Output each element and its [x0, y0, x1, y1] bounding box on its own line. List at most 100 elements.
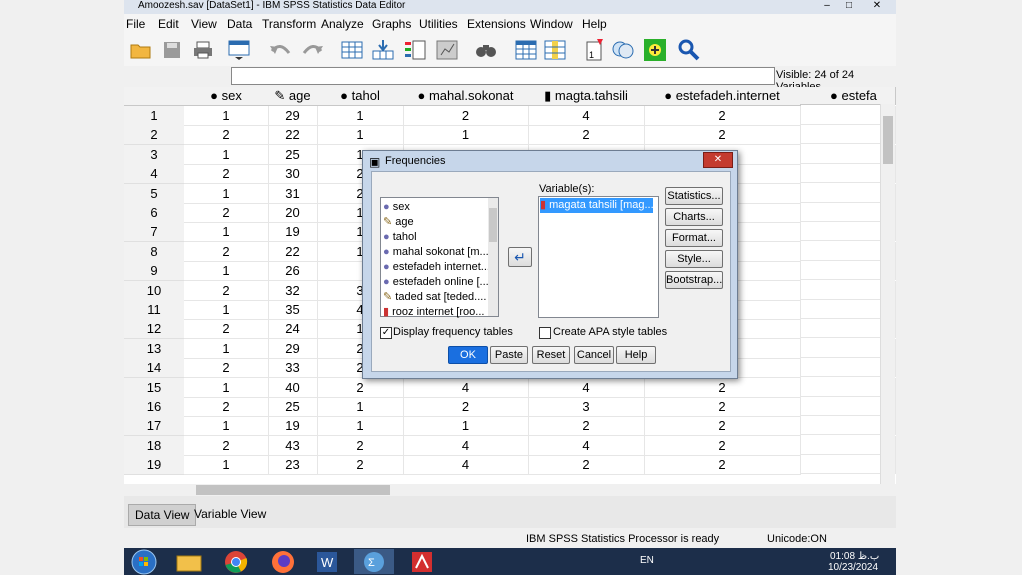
statistics-button[interactable]: Statistics...: [665, 187, 723, 205]
grid-cell[interactable]: 32: [268, 280, 318, 301]
grid-cell[interactable]: 23: [268, 455, 318, 476]
menu-graphs[interactable]: Graphs: [372, 17, 411, 31]
variables-icon[interactable]: [402, 37, 428, 63]
menu-file[interactable]: File: [126, 17, 145, 31]
column-header-estefa[interactable]: ● estefa: [800, 87, 896, 105]
row-number[interactable]: 12: [124, 319, 184, 340]
column-header-tahol[interactable]: ● tahol: [317, 87, 404, 106]
grid-cell[interactable]: 2: [184, 241, 269, 262]
grid-cell[interactable]: 1: [184, 416, 269, 437]
menu-utilities[interactable]: Utilities: [419, 17, 458, 31]
grid-cell[interactable]: 31: [268, 183, 318, 204]
vertical-scroll-thumb[interactable]: [883, 116, 893, 164]
row-number[interactable]: 9: [124, 261, 184, 282]
dialog-close-icon[interactable]: ✕: [703, 152, 733, 168]
menu-window[interactable]: Window: [530, 17, 573, 31]
horizontal-scrollbar[interactable]: [186, 484, 880, 496]
grid-cell[interactable]: 2: [528, 416, 645, 437]
row-number[interactable]: 13: [124, 338, 184, 359]
grid-cell[interactable]: 26: [268, 261, 318, 282]
insert-variable-icon[interactable]: [542, 37, 568, 63]
row-number[interactable]: 2: [124, 125, 184, 146]
find-icon[interactable]: [473, 37, 499, 63]
apa-style-checkbox[interactable]: [539, 327, 551, 339]
grid-cell[interactable]: 2: [184, 435, 269, 456]
input-language[interactable]: EN: [640, 555, 654, 566]
row-number[interactable]: 7: [124, 222, 184, 243]
source-list-item[interactable]: ● sex: [383, 200, 410, 215]
grid-cell[interactable]: 22: [268, 241, 318, 262]
cancel-button[interactable]: Cancel: [574, 346, 614, 364]
grid-cell[interactable]: 1: [317, 125, 404, 146]
grid-cell[interactable]: 20: [268, 203, 318, 223]
source-list-item[interactable]: ▮ rooz internet [roo...: [383, 305, 484, 320]
grid-cell[interactable]: 4: [528, 435, 645, 456]
row-number[interactable]: 6: [124, 203, 184, 223]
grid-cell[interactable]: 1: [317, 106, 404, 126]
grid-cell[interactable]: 1: [184, 144, 269, 165]
word-icon[interactable]: W: [307, 549, 347, 574]
grid-cell[interactable]: 33: [268, 358, 318, 379]
selected-variable-item[interactable]: ▮ magata tahsili [mag...: [540, 198, 654, 213]
grid-cell[interactable]: 4: [403, 435, 529, 456]
grid-cell[interactable]: 1: [184, 183, 269, 204]
goto-variable-icon[interactable]: [370, 37, 396, 63]
maximize-icon[interactable]: □: [840, 0, 858, 12]
grid-cell[interactable]: 25: [268, 144, 318, 165]
grid-cell[interactable]: 2: [644, 416, 801, 437]
grid-cell[interactable]: 4: [528, 106, 645, 126]
selected-variable-list[interactable]: ▮ magata tahsili [mag...: [538, 196, 659, 318]
grid-cell[interactable]: 2: [317, 455, 404, 476]
grid-cell[interactable]: 2: [184, 203, 269, 223]
row-number[interactable]: 4: [124, 164, 184, 185]
grid-cell[interactable]: 1: [184, 338, 269, 359]
grid-cell[interactable]: 1: [184, 222, 269, 243]
minimize-icon[interactable]: –: [818, 0, 836, 12]
goto-case-icon[interactable]: [339, 37, 365, 63]
save-icon[interactable]: [159, 37, 185, 63]
redo-icon[interactable]: [300, 37, 326, 63]
dialog-recall-icon[interactable]: [226, 37, 252, 63]
row-number[interactable]: 19: [124, 455, 184, 476]
grid-cell[interactable]: 2: [317, 377, 404, 398]
grid-cell[interactable]: 1: [317, 416, 404, 437]
source-list-item[interactable]: ✎ age: [383, 215, 414, 230]
grid-cell[interactable]: 2: [184, 319, 269, 340]
grid-cell[interactable]: 2: [644, 435, 801, 456]
help-button[interactable]: Help: [616, 346, 656, 364]
grid-cell[interactable]: 24: [268, 319, 318, 340]
grid-cell[interactable]: 2: [644, 106, 801, 126]
row-number[interactable]: 10: [124, 280, 184, 301]
clock-time[interactable]: 01:08 ب.ظ: [830, 551, 879, 562]
grid-cell[interactable]: 1: [403, 125, 529, 146]
grid-cell[interactable]: 19: [268, 222, 318, 243]
grid-cell[interactable]: 29: [268, 338, 318, 359]
start-orb-icon[interactable]: [124, 549, 164, 574]
grid-cell[interactable]: 1: [184, 106, 269, 126]
grid-cell[interactable]: 35: [268, 300, 318, 320]
column-header-estefadeh-internet[interactable]: ● estefadeh.internet: [644, 87, 801, 106]
paste-button[interactable]: Paste: [490, 346, 528, 364]
row-number[interactable]: 1: [124, 106, 184, 126]
grid-cell[interactable]: 1: [184, 455, 269, 476]
grid-cell[interactable]: 1: [184, 377, 269, 398]
source-list-scroll-thumb[interactable]: [489, 208, 497, 242]
grid-cell[interactable]: 40: [268, 377, 318, 398]
grid-cell[interactable]: 2: [528, 455, 645, 476]
style-button[interactable]: Style...: [665, 250, 723, 268]
row-number[interactable]: 11: [124, 300, 184, 320]
grid-cell[interactable]: 2: [644, 455, 801, 476]
grid-cell[interactable]: 1: [317, 397, 404, 417]
move-variable-arrow-icon[interactable]: ↵: [508, 247, 532, 267]
bootstrap-button[interactable]: Bootstrap...: [665, 271, 723, 289]
row-number[interactable]: 8: [124, 241, 184, 262]
cell-editor-input[interactable]: [231, 67, 775, 85]
horizontal-scroll-thumb[interactable]: [196, 485, 390, 495]
weight-cases-icon[interactable]: [610, 37, 636, 63]
grid-cell[interactable]: 25: [268, 397, 318, 417]
menu-data[interactable]: Data: [227, 17, 252, 31]
source-variable-list[interactable]: ● sex ✎ age ● tahol ● mahal sokonat [m... ● …: [380, 197, 499, 320]
menu-edit[interactable]: Edit: [158, 17, 179, 31]
grid-cell[interactable]: 2: [184, 164, 269, 185]
source-list-item[interactable]: ✎ taded sat [teded....: [383, 290, 486, 305]
